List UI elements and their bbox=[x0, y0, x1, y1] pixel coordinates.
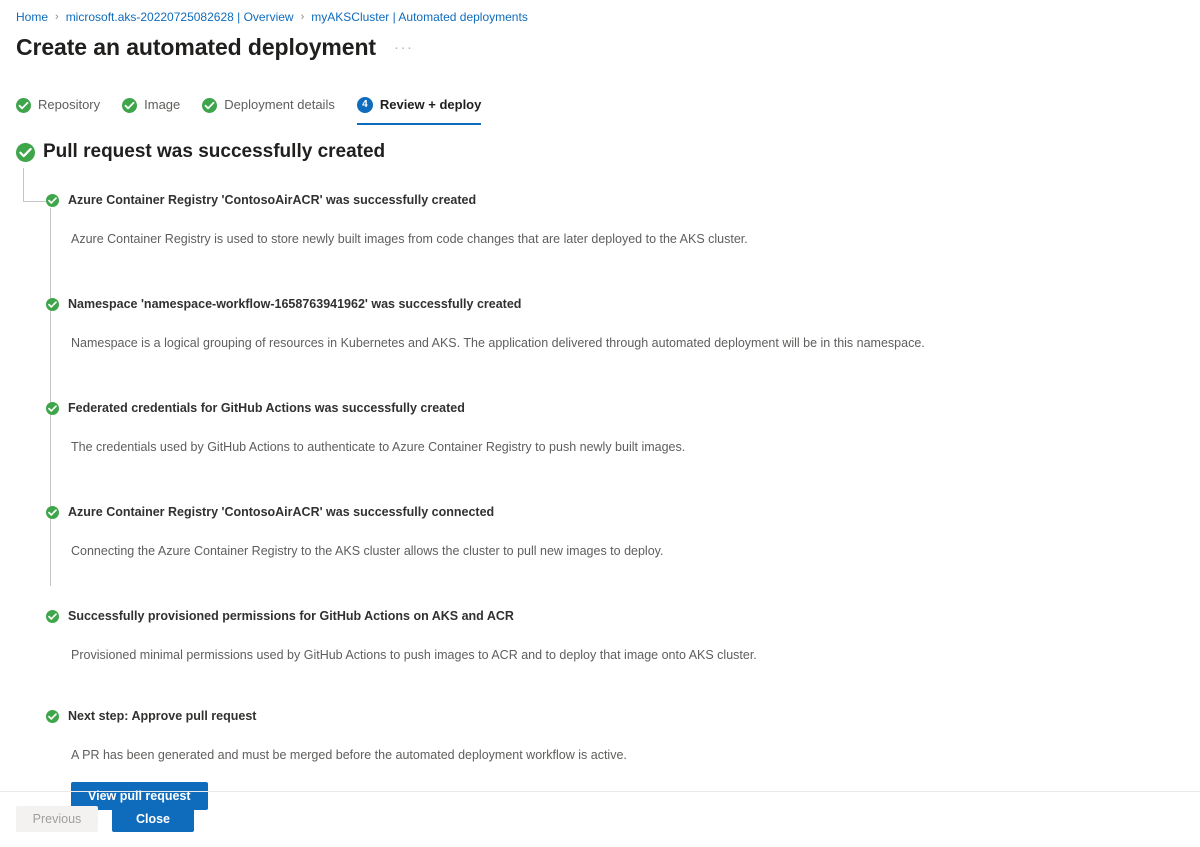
result-item: Namespace 'namespace-workflow-1658763941… bbox=[46, 295, 1166, 352]
breadcrumb-item-home[interactable]: Home bbox=[16, 9, 48, 25]
check-circle-icon bbox=[46, 505, 68, 519]
result-item-description: Namespace is a logical grouping of resou… bbox=[71, 336, 925, 350]
result-item-description: A PR has been generated and must be merg… bbox=[71, 748, 627, 762]
tab-image[interactable]: Image bbox=[122, 96, 180, 125]
result-item-header: Next step: Approve pull request bbox=[46, 707, 1166, 725]
result-item-title: Federated credentials for GitHub Actions… bbox=[68, 401, 465, 415]
wizard-tabs: Repository Image Deployment details 4 Re… bbox=[16, 96, 503, 125]
automated-deployment-wizard-page: Home › microsoft.aks-20220725082628 | Ov… bbox=[0, 0, 1200, 847]
breadcrumb-item-automated-deployments[interactable]: myAKSCluster | Automated deployments bbox=[311, 9, 528, 25]
result-item-header: Successfully provisioned permissions for… bbox=[46, 607, 1166, 625]
tab-label: Image bbox=[144, 97, 181, 112]
check-circle-icon bbox=[202, 97, 218, 113]
result-item: Azure Container Registry 'ContosoAirACR'… bbox=[46, 191, 1166, 248]
close-button[interactable]: Close bbox=[112, 806, 194, 832]
result-item-header: Federated credentials for GitHub Actions… bbox=[46, 399, 1166, 417]
result-item: Successfully provisioned permissions for… bbox=[46, 607, 1166, 664]
check-circle-icon bbox=[46, 193, 68, 207]
tab-review-and-deploy[interactable]: 4 Review + deploy bbox=[356, 96, 482, 125]
result-item-next-step: Next step: Approve pull request A PR has… bbox=[46, 707, 1166, 810]
result-item-header: Azure Container Registry 'ContosoAirACR'… bbox=[46, 503, 1166, 521]
footer-divider bbox=[0, 791, 1200, 792]
breadcrumb: Home › microsoft.aks-20220725082628 | Ov… bbox=[16, 9, 528, 25]
status-heading-text: Pull request was successfully created bbox=[43, 141, 386, 162]
breadcrumb-item-resource-overview[interactable]: microsoft.aks-20220725082628 | Overview bbox=[66, 9, 294, 25]
result-item-header: Namespace 'namespace-workflow-1658763941… bbox=[46, 295, 1166, 313]
tab-deployment-details[interactable]: Deployment details bbox=[202, 96, 335, 125]
result-item-title: Azure Container Registry 'ContosoAirACR'… bbox=[68, 193, 477, 207]
result-item-title: Next step: Approve pull request bbox=[68, 709, 257, 723]
more-actions-icon[interactable]: ··· bbox=[394, 39, 414, 56]
breadcrumb-separator-icon: › bbox=[55, 11, 59, 23]
result-item-title: Successfully provisioned permissions for… bbox=[68, 609, 514, 623]
breadcrumb-separator-icon: › bbox=[300, 11, 305, 23]
result-item-title: Namespace 'namespace-workflow-1658763941… bbox=[68, 297, 522, 311]
step-number-label: 4 bbox=[356, 97, 373, 113]
check-circle-icon bbox=[46, 709, 68, 723]
previous-button[interactable]: Previous bbox=[16, 806, 98, 832]
result-item-description: The credentials used by GitHub Actions t… bbox=[71, 440, 686, 454]
title-row: Create an automated deployment ··· bbox=[16, 33, 413, 61]
result-item-title: Azure Container Registry 'ContosoAirACR'… bbox=[68, 505, 495, 519]
check-circle-icon bbox=[16, 142, 43, 162]
check-circle-icon bbox=[46, 297, 68, 311]
result-item-description: Provisioned minimal permissions used by … bbox=[71, 648, 757, 662]
check-circle-icon bbox=[46, 609, 68, 623]
check-circle-icon bbox=[122, 97, 138, 113]
check-circle-icon bbox=[46, 401, 68, 415]
wizard-footer: Previous Close bbox=[16, 806, 194, 832]
result-item-list: Azure Container Registry 'ContosoAirACR'… bbox=[46, 191, 1166, 810]
check-circle-icon bbox=[16, 97, 31, 113]
page-title: Create an automated deployment bbox=[16, 34, 376, 60]
result-item: Azure Container Registry 'ContosoAirACR'… bbox=[46, 503, 1166, 560]
tree-elbow-connector bbox=[23, 168, 46, 202]
tab-repository[interactable]: Repository bbox=[16, 96, 100, 125]
result-item: Federated credentials for GitHub Actions… bbox=[46, 399, 1166, 456]
tab-label: Review + deploy bbox=[379, 97, 482, 112]
status-heading: Pull request was successfully created bbox=[16, 140, 385, 164]
result-item-description: Azure Container Registry is used to stor… bbox=[71, 232, 748, 246]
result-item-description: Connecting the Azure Container Registry … bbox=[71, 544, 664, 558]
tab-label: Deployment details bbox=[224, 97, 335, 112]
step-number-badge: 4 bbox=[356, 97, 373, 113]
tab-label: Repository bbox=[38, 97, 101, 112]
result-item-header: Azure Container Registry 'ContosoAirACR'… bbox=[46, 191, 1166, 209]
